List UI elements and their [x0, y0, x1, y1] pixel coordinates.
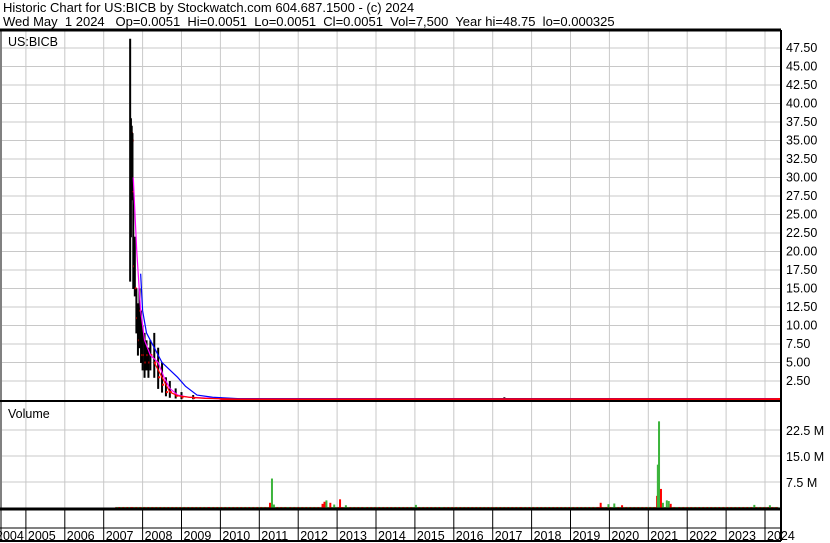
- volume-tick-label: 15.0 M: [786, 450, 824, 464]
- close-tick: [158, 376, 161, 379]
- chart-window: Historic Chart for US:BICB by Stockwatch…: [0, 0, 830, 543]
- volume-bar: [599, 502, 602, 508]
- year-label: 2004: [0, 529, 24, 543]
- volume-bar: [321, 503, 324, 508]
- close-tick: [162, 383, 165, 386]
- volume-bar: [339, 499, 342, 508]
- volume-tick-label: 22.5 M: [786, 424, 824, 438]
- volume-bar: [272, 504, 275, 508]
- price-tick-label: 47.50: [786, 41, 817, 55]
- year-label: 2022: [689, 529, 717, 543]
- price-tick-label: 20.00: [786, 245, 817, 259]
- volume-bar: [329, 502, 332, 508]
- year-label: 2015: [417, 529, 445, 543]
- volume-bar: [669, 503, 672, 508]
- price-tick-label: 15.00: [786, 282, 817, 296]
- volume-bar: [269, 502, 272, 508]
- price-tick-label: 7.50: [786, 337, 810, 351]
- volume-bar: [333, 504, 336, 508]
- volume-bar: [661, 502, 664, 508]
- price-tick-label: 45.00: [786, 60, 817, 74]
- price-tick-label: 32.50: [786, 152, 817, 166]
- volume-bar: [323, 501, 326, 508]
- price-tick-label: 30.00: [786, 171, 817, 185]
- year-label: 2013: [339, 529, 367, 543]
- year-label: 2020: [611, 529, 639, 543]
- year-label: 2024: [767, 529, 795, 543]
- price-tick-label: 12.50: [786, 300, 817, 314]
- year-label: 2019: [573, 529, 601, 543]
- year-label: 2008: [145, 529, 173, 543]
- year-label: 2021: [650, 529, 678, 543]
- year-label: 2016: [456, 529, 484, 543]
- volume-bar: [665, 500, 668, 508]
- price-tick-label: 10.00: [786, 319, 817, 333]
- volume-bar: [659, 488, 662, 508]
- price-tick-label: 35.00: [786, 134, 817, 148]
- year-label: 2006: [67, 529, 95, 543]
- price-tick-label: 5.00: [786, 356, 810, 370]
- price-tick-label: 27.50: [786, 189, 817, 203]
- volume-bar: [270, 478, 273, 508]
- year-label: 2005: [28, 529, 56, 543]
- price-tick-label: 17.50: [786, 263, 817, 277]
- year-label: 2014: [378, 529, 406, 543]
- year-label: 2023: [728, 529, 756, 543]
- close-tick: [165, 391, 168, 394]
- year-label: 2012: [300, 529, 328, 543]
- volume-label: Volume: [8, 407, 50, 421]
- year-label: 2017: [495, 529, 523, 543]
- year-label: 2010: [222, 529, 250, 543]
- year-label: 2009: [184, 529, 212, 543]
- volume-tick-label: 7.5 M: [786, 476, 817, 490]
- price-tick-label: 2.50: [786, 374, 810, 388]
- price-tick-label: 40.00: [786, 97, 817, 111]
- year-label: 2018: [534, 529, 562, 543]
- price-tick-label: 22.50: [786, 226, 817, 240]
- year-label: 2007: [106, 529, 134, 543]
- price-tick-label: 37.50: [786, 115, 817, 129]
- year-label: 2011: [261, 529, 288, 543]
- price-volume-chart: 47.50 45.00 42.50 40.00 37.50 35.00 32.50 30.00…: [0, 28, 824, 543]
- volume-bar: [658, 421, 661, 508]
- symbol-label: US:BICB: [8, 35, 58, 49]
- volume-bar: [613, 503, 616, 508]
- volume-bar: [667, 501, 670, 508]
- volume-bar: [325, 500, 328, 508]
- volume-bar: [607, 504, 610, 508]
- price-tick-label: 25.00: [786, 208, 817, 222]
- price-tick-label: 42.50: [786, 78, 817, 92]
